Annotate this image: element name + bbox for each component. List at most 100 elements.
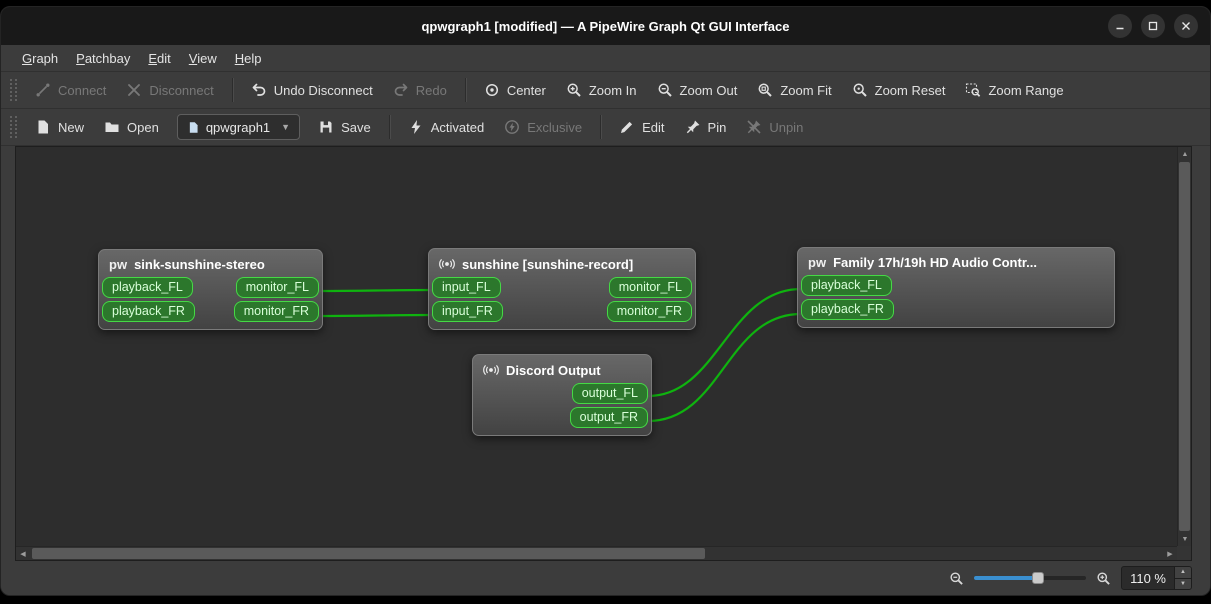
- menu-help[interactable]: Help: [226, 45, 271, 71]
- port-input[interactable]: input_FR: [432, 301, 503, 322]
- undo-icon: [251, 82, 267, 98]
- connection-edge[interactable]: [646, 312, 803, 423]
- close-button[interactable]: [1174, 14, 1198, 38]
- graph-node[interactable]: pw sink-sunshine-stereo playback_FL play…: [98, 249, 323, 330]
- port-input[interactable]: playback_FR: [801, 299, 894, 320]
- redo-label: Redo: [415, 82, 447, 98]
- scroll-right-arrow[interactable]: ▶: [1163, 547, 1177, 561]
- node-ports: output_FL output_FR: [473, 383, 651, 428]
- connect-icon: [35, 82, 51, 98]
- save-button[interactable]: Save: [309, 112, 380, 142]
- spin-up-button[interactable]: ▲: [1175, 567, 1191, 578]
- node-title: Discord Output: [506, 362, 601, 378]
- redo-button[interactable]: Redo: [384, 75, 456, 105]
- pin-icon: [685, 119, 701, 135]
- center-button[interactable]: Center: [475, 75, 555, 105]
- lightning-icon: [408, 119, 424, 135]
- edit-label: Edit: [642, 119, 665, 135]
- edit-button[interactable]: Edit: [610, 112, 673, 142]
- zoom-reset-button[interactable]: Zoom Reset: [843, 75, 955, 105]
- menu-view-label: V: [188, 50, 198, 66]
- center-icon: [484, 82, 500, 98]
- open-label: Open: [127, 119, 159, 135]
- menu-edit[interactable]: Edit: [139, 45, 179, 71]
- scroll-left-arrow[interactable]: ◀: [16, 547, 30, 561]
- node-header: Discord Output: [473, 355, 651, 383]
- graph-node[interactable]: pw Family 17h/19h HD Audio Contr... play…: [797, 247, 1115, 328]
- zoom-fit-button[interactable]: Zoom Fit: [748, 75, 840, 105]
- menu-graph-label: G: [22, 50, 33, 66]
- new-button[interactable]: New: [26, 112, 93, 142]
- disconnect-button[interactable]: Disconnect: [117, 75, 222, 105]
- vertical-scrollbar[interactable]: ▲ ▼: [1177, 147, 1191, 546]
- node-header: pw sink-sunshine-stereo: [99, 250, 322, 277]
- minimize-button[interactable]: [1108, 14, 1132, 38]
- scroll-down-arrow[interactable]: ▼: [1178, 532, 1192, 546]
- menu-graph[interactable]: Graph: [13, 45, 67, 71]
- zoom-range-button[interactable]: Zoom Range: [956, 75, 1072, 105]
- connection-edge[interactable]: [317, 313, 434, 318]
- activated-toggle[interactable]: Activated: [399, 112, 493, 142]
- zoom-in-button[interactable]: Zoom In: [557, 75, 646, 105]
- undo-disconnect-button[interactable]: Undo Disconnect: [242, 75, 382, 105]
- menu-patchbay[interactable]: Patchbay: [67, 45, 139, 71]
- exclusive-icon: [504, 119, 520, 135]
- zoom-spinbox[interactable]: 110 % ▲ ▼: [1121, 566, 1192, 590]
- connect-button[interactable]: Connect: [26, 75, 115, 105]
- zoom-reset-label: Zoom Reset: [874, 82, 946, 98]
- port-output[interactable]: monitor_FL: [235, 277, 319, 298]
- graph-node[interactable]: sunshine [sunshine-record] input_FL inpu…: [428, 248, 696, 330]
- port-input[interactable]: playback_FL: [801, 275, 892, 296]
- port-input[interactable]: input_FL: [432, 277, 501, 298]
- node-ports: playback_FL playback_FR monitor_FL monit…: [99, 277, 322, 322]
- spin-down-button[interactable]: ▼: [1175, 577, 1191, 589]
- zoom-fit-label: Zoom Fit: [780, 82, 832, 98]
- menu-view[interactable]: View: [180, 45, 226, 71]
- zoom-slider-thumb[interactable]: [1031, 572, 1044, 584]
- patchbay-selector-value: qpwgraph1: [205, 119, 271, 135]
- redo-icon: [393, 82, 409, 98]
- port-output[interactable]: monitor_FR: [233, 301, 319, 322]
- zoom-out-label: Zoom Out: [679, 82, 738, 98]
- vertical-scrollbar-thumb[interactable]: [1179, 162, 1190, 531]
- port-output[interactable]: output_FR: [569, 407, 648, 428]
- maximize-icon: [1148, 21, 1158, 31]
- connection-edge[interactable]: [317, 288, 434, 293]
- port-output[interactable]: output_FL: [571, 383, 648, 404]
- statusbar: 110 % ▲ ▼: [1, 561, 1210, 595]
- unpin-button[interactable]: Unpin: [737, 112, 812, 142]
- open-button[interactable]: Open: [95, 112, 168, 142]
- port-output[interactable]: monitor_FR: [606, 301, 692, 322]
- unpin-icon: [746, 119, 762, 135]
- toolbar-separator: [231, 78, 233, 102]
- zoom-value[interactable]: 110 %: [1122, 567, 1174, 589]
- port-input[interactable]: playback_FL: [102, 277, 193, 298]
- exclusive-toggle[interactable]: Exclusive: [495, 112, 591, 142]
- exclusive-label: Exclusive: [527, 119, 583, 135]
- toolbar-file: New Open qpwgraph1 ▼ Save Activated Excl…: [1, 109, 1210, 146]
- toolbar-handle[interactable]: [10, 79, 17, 101]
- titlebar[interactable]: qpwgraph1 [modified] — A PipeWire Graph …: [1, 7, 1210, 45]
- scroll-up-arrow[interactable]: ▲: [1178, 147, 1192, 161]
- graph-node[interactable]: Discord Output output_FL output_FR: [472, 354, 652, 436]
- pin-button[interactable]: Pin: [676, 112, 736, 142]
- scrollbar-corner: [1177, 546, 1191, 560]
- menu-edit-label: E: [148, 50, 158, 66]
- zoom-in-label: Zoom In: [588, 82, 637, 98]
- undo-disconnect-label: Undo Disconnect: [273, 82, 373, 98]
- port-input[interactable]: playback_FR: [102, 301, 195, 322]
- port-output[interactable]: monitor_FL: [608, 277, 692, 298]
- toolbar-separator: [600, 115, 602, 139]
- zoom-out-button[interactable]: Zoom Out: [648, 75, 747, 105]
- graph-canvas[interactable]: pw sink-sunshine-stereo playback_FL play…: [16, 147, 1177, 546]
- audio-stream-icon: [439, 256, 455, 272]
- toolbar-handle[interactable]: [10, 116, 17, 138]
- unpin-label: Unpin: [769, 119, 804, 135]
- horizontal-scrollbar-thumb[interactable]: [32, 548, 706, 559]
- zoom-slider[interactable]: [974, 571, 1087, 585]
- horizontal-scrollbar[interactable]: ◀ ▶: [16, 546, 1177, 560]
- center-label: Center: [506, 82, 546, 98]
- zoom-range-label: Zoom Range: [988, 82, 1064, 98]
- maximize-button[interactable]: [1141, 14, 1165, 38]
- patchbay-selector[interactable]: qpwgraph1 ▼: [176, 114, 301, 140]
